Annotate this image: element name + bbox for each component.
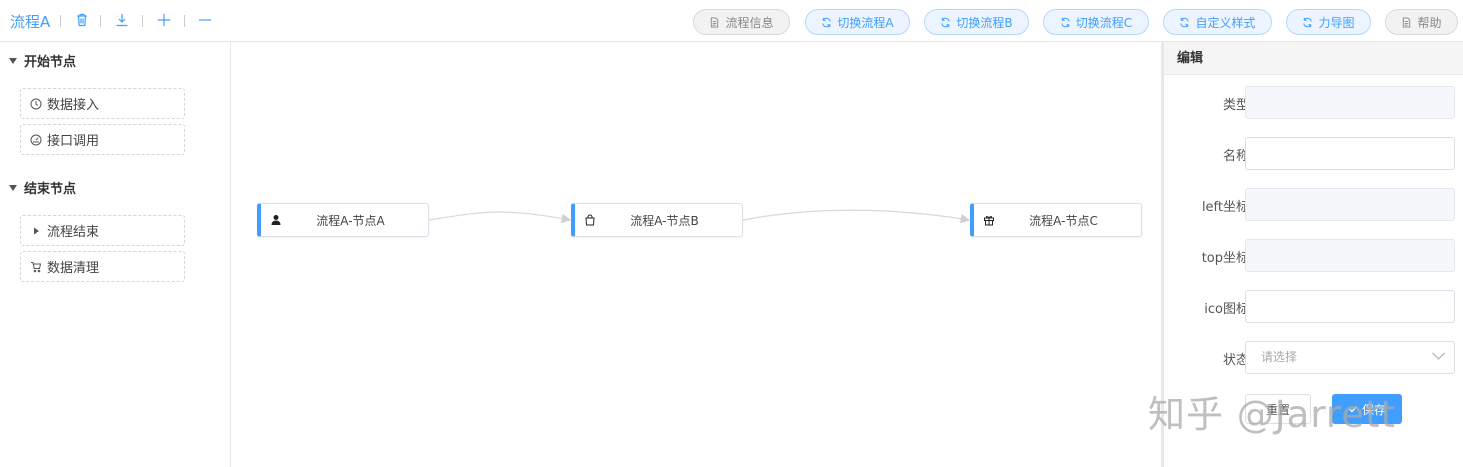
status-select[interactable]: 请选择 [1245,341,1455,374]
node-palette: 开始节点 数据接入 接口调用 结束节点 流程结束 数据清理 [0,42,231,467]
edges-layer [428,209,971,224]
palette-item-data-cleanup[interactable]: 数据清理 [20,251,185,282]
divider [60,15,61,27]
flow-info-button[interactable]: 流程信息 [693,9,790,35]
zoom-out-icon[interactable] [196,11,214,29]
cart-icon [31,261,42,272]
flow-node-a[interactable]: 流程A-节点A [257,203,429,237]
palette-item-flow-end[interactable]: 流程结束 [20,215,185,246]
edge-b-c [742,209,971,224]
gift-icon [974,214,1004,226]
editor-title: 编辑 [1164,42,1463,75]
divider [142,15,143,27]
toolbar: 流程A 流程信息 切换流程A 切换流程B 切换流程C 自定义样式 力导图 帮助 [0,0,1463,42]
document-icon [1403,16,1411,28]
name-input[interactable] [1245,137,1455,170]
palette-item-data-input[interactable]: 数据接入 [20,88,185,119]
flow-title: 流程A [10,13,51,31]
divider [100,15,101,27]
gauge-icon [30,134,42,145]
refresh-icon [1061,17,1070,27]
force-graph-button[interactable]: 力导图 [1286,9,1371,35]
download-icon[interactable] [113,11,131,29]
caret-down-icon [9,57,17,64]
switch-flow-c-button[interactable]: 切换流程C [1043,9,1149,35]
caret-down-icon [9,184,17,191]
document-icon [711,16,719,28]
custom-style-button[interactable]: 自定义样式 [1163,9,1272,35]
refresh-icon [1303,17,1313,27]
clock-icon [30,98,42,109]
bag-icon [575,214,605,226]
icon-input[interactable] [1245,290,1455,323]
field-type: 类型 [1164,86,1463,119]
help-button[interactable]: 帮助 [1385,9,1458,35]
edge-a-b [428,211,572,224]
user-icon [261,214,291,226]
type-input [1245,86,1455,119]
field-left: left坐标 [1164,188,1463,221]
flow-node-c[interactable]: 流程A-节点C [970,203,1142,237]
switch-flow-a-button[interactable]: 切换流程A [805,9,910,35]
refresh-icon [941,17,951,27]
field-status: 状态 请选择 [1164,341,1463,374]
switch-flow-b-button[interactable]: 切换流程B [924,9,1029,35]
flow-canvas[interactable]: 流程A-节点A 流程A-节点B 流程A-节点C [231,42,1161,467]
chevron-down-icon [1432,346,1445,360]
group-end-nodes[interactable]: 结束节点 [9,178,76,197]
caret-right-icon [34,227,39,234]
palette-item-api-call[interactable]: 接口调用 [20,124,185,155]
divider [184,15,185,27]
field-name: 名称 [1164,137,1463,170]
top-coord-input [1245,239,1455,272]
delete-icon[interactable] [73,11,91,29]
zoom-in-icon[interactable] [155,11,173,29]
flow-node-b[interactable]: 流程A-节点B [571,203,743,237]
refresh-icon [822,17,832,27]
watermark: 知乎 @Jarrett [1148,393,1397,436]
left-coord-input [1245,188,1455,221]
group-start-nodes[interactable]: 开始节点 [9,51,76,70]
refresh-icon [1180,17,1190,27]
field-top: top坐标 [1164,239,1463,272]
field-icon: ico图标 [1164,290,1463,323]
